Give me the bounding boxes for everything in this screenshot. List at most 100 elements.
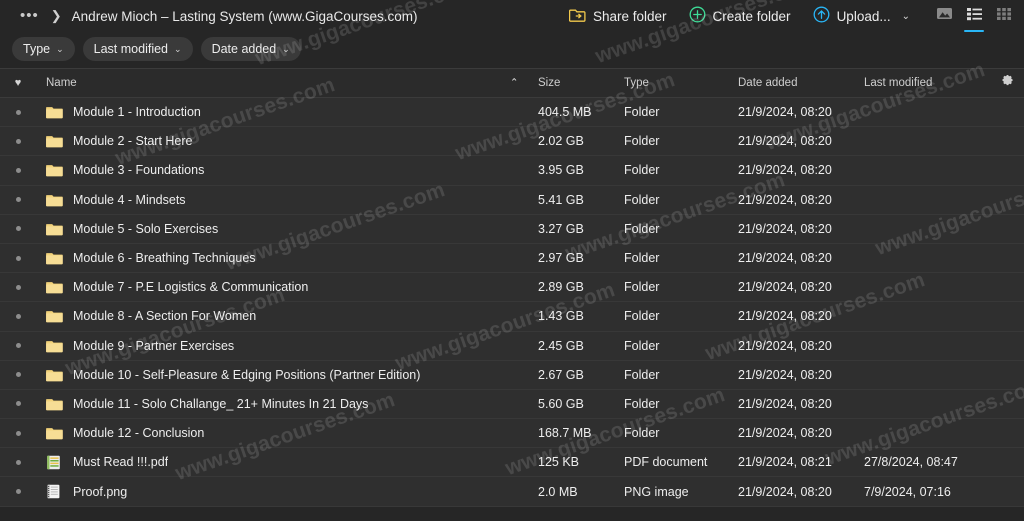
list-view-button[interactable] [960,2,988,30]
table-row[interactable]: Must Read !!!.pdf125 KBPDF document21/9/… [0,448,1024,477]
row-date-added-cell: 21/9/2024, 08:20 [738,397,864,411]
table-row[interactable]: Module 5 - Solo Exercises3.27 GBFolder21… [0,215,1024,244]
row-date-added-cell: 21/9/2024, 08:20 [738,426,864,440]
row-favorite-toggle[interactable] [0,372,36,377]
bullet-icon [16,139,21,144]
row-date-added-cell: 21/9/2024, 08:20 [738,309,864,323]
row-favorite-toggle[interactable] [0,343,36,348]
row-favorite-toggle[interactable] [0,489,36,494]
row-name-cell[interactable]: Module 1 - Introduction [36,105,538,120]
grid-icon [996,7,1012,26]
share-folder-button[interactable]: Share folder [559,3,677,29]
row-name-cell[interactable]: Module 12 - Conclusion [36,426,538,441]
table-row[interactable]: Module 4 - Mindsets5.41 GBFolder21/9/202… [0,186,1024,215]
filter-bar: Type⌄ Last modified⌄ Date added⌄ [0,32,1024,68]
row-favorite-toggle[interactable] [0,197,36,202]
folder-icon [46,105,63,120]
row-date-added-cell: 21/9/2024, 08:20 [738,105,864,119]
row-name-cell[interactable]: Module 3 - Foundations [36,163,538,178]
folder-icon [46,396,63,411]
folder-icon [46,309,63,324]
name-column-header[interactable]: Name [36,77,538,89]
row-type-cell: Folder [624,339,738,353]
row-name-cell[interactable]: Module 5 - Solo Exercises [36,221,538,236]
ellipsis-icon[interactable]: ••• [16,11,43,21]
row-name-cell[interactable]: Module 6 - Breathing Techniques [36,251,538,266]
row-favorite-toggle[interactable] [0,110,36,115]
filter-chip-label: Date added [212,42,277,56]
upload-button[interactable]: Upload... ⌄ [803,3,920,29]
row-name-label: Must Read !!!.pdf [73,455,168,469]
row-name-cell[interactable]: Module 8 - A Section For Women [36,309,538,324]
bullet-icon [16,314,21,319]
row-favorite-toggle[interactable] [0,431,36,436]
breadcrumb-title[interactable]: Andrew Mioch – Lasting System (www.GigaC… [72,9,418,24]
grid-view-button[interactable] [990,2,1018,30]
row-name-cell[interactable]: Module 4 - Mindsets [36,192,538,207]
row-favorite-toggle[interactable] [0,139,36,144]
row-size-cell: 2.0 MB [538,485,624,499]
table-row[interactable]: Module 10 - Self-Pleasure & Edging Posit… [0,361,1024,390]
filter-chip-date-added[interactable]: Date added⌄ [201,37,301,61]
table-row[interactable]: Module 9 - Partner Exercises2.45 GBFolde… [0,332,1024,361]
row-type-cell: PNG image [624,485,738,499]
pdf-icon [46,455,63,470]
bullet-icon [16,256,21,261]
row-name-cell[interactable]: Module 7 - P.E Logistics & Communication [36,280,538,295]
row-type-cell: Folder [624,222,738,236]
row-type-cell: PDF document [624,455,738,469]
row-name-cell[interactable]: Must Read !!!.pdf [36,455,538,470]
row-date-added-cell: 21/9/2024, 08:20 [738,134,864,148]
column-settings-button[interactable] [990,75,1024,91]
date-added-column-header[interactable]: Date added [738,77,864,89]
top-toolbar: ••• ❯ Andrew Mioch – Lasting System (www… [0,0,1024,32]
filter-chip-type[interactable]: Type⌄ [12,37,75,61]
date-added-column-label: Date added [738,77,797,89]
table-row[interactable]: Module 6 - Breathing Techniques2.97 GBFo… [0,244,1024,273]
file-browser-window: ••• ❯ Andrew Mioch – Lasting System (www… [0,0,1024,521]
row-name-cell[interactable]: Module 2 - Start Here [36,134,538,149]
table-row[interactable]: Module 3 - Foundations3.95 GBFolder21/9/… [0,156,1024,185]
row-favorite-toggle[interactable] [0,460,36,465]
bullet-icon [16,110,21,115]
row-name-cell[interactable]: Module 11 - Solo Challange_ 21+ Minutes … [36,396,538,411]
row-favorite-toggle[interactable] [0,256,36,261]
row-name-cell[interactable]: Module 10 - Self-Pleasure & Edging Posit… [36,367,538,382]
table-row[interactable]: Proof.png2.0 MBPNG image21/9/2024, 08:20… [0,477,1024,506]
folder-icon [46,280,63,295]
create-folder-button[interactable]: Create folder [679,3,801,29]
row-type-cell: Folder [624,426,738,440]
table-row[interactable]: Module 2 - Start Here2.02 GBFolder21/9/2… [0,127,1024,156]
file-list: Module 1 - Introduction404.5 MBFolder21/… [0,98,1024,507]
sort-ascending-icon[interactable]: ⌃ [510,78,518,89]
size-column-header[interactable]: ⌃ Size [538,77,624,89]
row-favorite-toggle[interactable] [0,285,36,290]
row-name-cell[interactable]: Module 9 - Partner Exercises [36,338,538,353]
upload-label: Upload... [837,9,891,24]
row-size-cell: 2.02 GB [538,134,624,148]
bullet-icon [16,197,21,202]
row-favorite-toggle[interactable] [0,226,36,231]
row-name-label: Module 10 - Self-Pleasure & Edging Posit… [73,368,420,382]
gear-icon [1001,75,1014,91]
row-name-cell[interactable]: Proof.png [36,484,538,499]
gallery-view-button[interactable] [930,2,958,30]
filter-chip-last-modified[interactable]: Last modified⌄ [83,37,193,61]
type-column-header[interactable]: Type [624,77,738,89]
row-favorite-toggle[interactable] [0,401,36,406]
table-row[interactable]: Module 12 - Conclusion168.7 MBFolder21/9… [0,419,1024,448]
row-favorite-toggle[interactable] [0,314,36,319]
table-row[interactable]: Module 7 - P.E Logistics & Communication… [0,273,1024,302]
type-column-label: Type [624,77,649,89]
row-name-label: Proof.png [73,485,127,499]
last-modified-column-header[interactable]: Last modified [864,77,990,89]
chevron-down-icon[interactable]: ⌄ [902,11,910,22]
upload-arrow-icon [813,6,830,26]
table-row[interactable]: Module 8 - A Section For Women1.43 GBFol… [0,302,1024,331]
name-column-label: Name [46,77,77,89]
folder-icon [46,426,63,441]
favorite-column-header[interactable]: ♥ [0,77,36,89]
table-row[interactable]: Module 11 - Solo Challange_ 21+ Minutes … [0,390,1024,419]
table-row[interactable]: Module 1 - Introduction404.5 MBFolder21/… [0,98,1024,127]
row-favorite-toggle[interactable] [0,168,36,173]
